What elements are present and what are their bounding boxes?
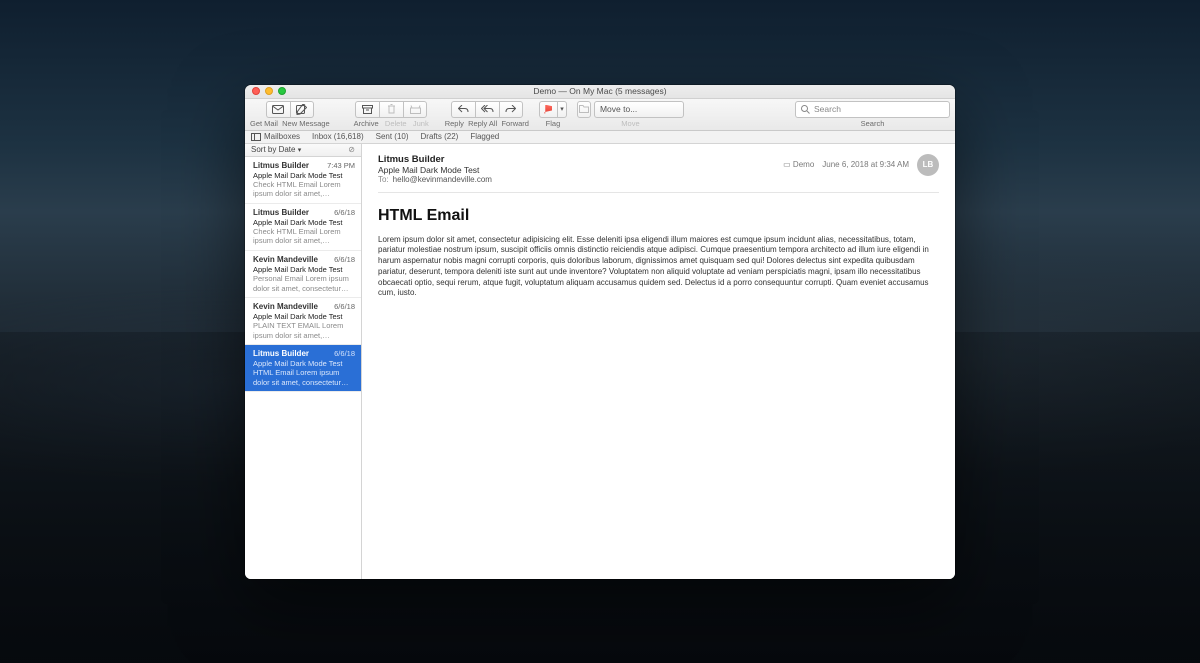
reply-icon: [458, 105, 469, 113]
body-heading: HTML Email: [378, 207, 939, 225]
toolbar-label: New Message: [282, 119, 330, 128]
header-to-value: hello@kevinmandeville.com: [393, 175, 492, 184]
message-subject: Apple Mail Dark Mode Test: [253, 265, 355, 274]
move-folder-button[interactable]: [577, 101, 591, 118]
forward-icon: [505, 105, 516, 113]
header-folder: ▭ Demo: [783, 160, 814, 169]
toolbar-label: Move: [621, 119, 639, 128]
message-date: 6/6/18: [334, 349, 355, 359]
envelope-icon: [272, 105, 284, 114]
content-area: Sort by Date ▾ ⊘ Litmus Builder 7:43 PM A…: [245, 144, 955, 579]
toolbar-label: Junk: [413, 119, 429, 128]
chevron-down-icon: ▾: [560, 105, 564, 113]
message-subject: Apple Mail Dark Mode Test: [253, 218, 355, 227]
toolbar-label: Get Mail: [250, 119, 278, 128]
message-subject: Apple Mail Dark Mode Test: [253, 171, 355, 180]
message-row-selected[interactable]: Litmus Builder 6/6/18 Apple Mail Dark Mod…: [245, 345, 361, 392]
message-sender: Kevin Mandeville: [253, 255, 318, 265]
message-reader: Litmus Builder Apple Mail Dark Mode Test…: [362, 144, 955, 579]
flag-button[interactable]: [539, 101, 557, 118]
sort-bar[interactable]: Sort by Date ▾ ⊘: [245, 144, 361, 157]
toolbar: Get Mail New Message Archive Delete Junk: [245, 99, 955, 131]
message-row[interactable]: Kevin Mandeville 6/6/18 Apple Mail Dark M…: [245, 251, 361, 298]
search-field[interactable]: Search: [795, 101, 950, 118]
toolbar-label: Search: [861, 119, 885, 128]
trash-icon: [387, 104, 396, 114]
message-date: 6/6/18: [334, 208, 355, 218]
delete-button[interactable]: [379, 101, 403, 118]
toolbar-label: Reply All: [468, 119, 497, 128]
search-icon: [801, 105, 810, 114]
folder-icon: ▭: [783, 160, 791, 169]
message-preview: Check HTML Email Lorem ipsum dolor sit a…: [253, 180, 355, 199]
message-preview: HTML Email Lorem ipsum dolor sit amet, c…: [253, 368, 355, 387]
message-row[interactable]: Kevin Mandeville 6/6/18 Apple Mail Dark M…: [245, 298, 361, 345]
mail-window: Demo — On My Mac (5 messages) Get Mail N…: [245, 85, 955, 579]
mailboxes-button[interactable]: Mailboxes: [251, 132, 300, 141]
sort-label: Sort by Date: [251, 145, 295, 154]
message-date: 7:43 PM: [327, 161, 355, 171]
flag-menu-button[interactable]: ▾: [557, 101, 567, 118]
message-date: 6/6/18: [334, 302, 355, 312]
message-subject: Apple Mail Dark Mode Test: [253, 359, 355, 368]
message-subject: Apple Mail Dark Mode Test: [253, 312, 355, 321]
move-to-field[interactable]: Move to...: [594, 101, 684, 118]
toolbar-label: Delete: [385, 119, 407, 128]
message-sender: Litmus Builder: [253, 208, 309, 218]
flagged-tab[interactable]: Flagged: [470, 132, 499, 141]
sidebar-icon: [251, 133, 261, 141]
titlebar: Demo — On My Mac (5 messages): [245, 85, 955, 99]
toolbar-label: Forward: [501, 119, 529, 128]
message-date: 6/6/18: [334, 255, 355, 265]
archive-button[interactable]: [355, 101, 379, 118]
message-sender: Litmus Builder: [253, 349, 309, 359]
favorites-label: Mailboxes: [264, 132, 300, 141]
message-row[interactable]: Litmus Builder 6/6/18 Apple Mail Dark Mod…: [245, 204, 361, 251]
toolbar-label: Reply: [445, 119, 464, 128]
message-preview: PLAIN TEXT EMAIL Lorem ipsum dolor sit a…: [253, 321, 355, 340]
message-sender: Litmus Builder: [253, 161, 309, 171]
window-title: Demo — On My Mac (5 messages): [245, 85, 955, 99]
toolbar-label: Flag: [546, 119, 561, 128]
header-to-line: To: hello@kevinmandeville.com: [378, 175, 939, 184]
flag-icon: [544, 105, 552, 114]
toolbar-label: Archive: [354, 119, 379, 128]
message-list: Sort by Date ▾ ⊘ Litmus Builder 7:43 PM A…: [245, 144, 362, 579]
avatar: LB: [917, 154, 939, 176]
junk-icon: [410, 105, 421, 114]
forward-button[interactable]: [499, 101, 523, 118]
reply-button[interactable]: [451, 101, 475, 118]
filter-icon[interactable]: ⊘: [348, 145, 355, 154]
favorites-bar: Mailboxes Inbox (16,618) Sent (10) Draft…: [245, 131, 955, 144]
search-placeholder: Search: [814, 104, 841, 114]
message-preview: Personal Email Lorem ipsum dolor sit ame…: [253, 274, 355, 293]
new-message-button[interactable]: [290, 101, 314, 118]
get-mail-button[interactable]: [266, 101, 290, 118]
message-header: Litmus Builder Apple Mail Dark Mode Test…: [378, 154, 939, 193]
drafts-tab[interactable]: Drafts (22): [421, 132, 459, 141]
junk-button[interactable]: [403, 101, 427, 118]
archive-icon: [362, 105, 373, 114]
message-preview: Check HTML Email Lorem ipsum dolor sit a…: [253, 227, 355, 246]
header-to-label: To:: [378, 175, 389, 184]
compose-icon: [296, 104, 307, 115]
body-text: Lorem ipsum dolor sit amet, consectetur …: [378, 235, 939, 300]
reply-all-icon: [481, 105, 494, 113]
sent-tab[interactable]: Sent (10): [376, 132, 409, 141]
reply-all-button[interactable]: [475, 101, 499, 118]
message-sender: Kevin Mandeville: [253, 302, 318, 312]
chevron-down-icon: ▾: [298, 147, 302, 154]
inbox-tab[interactable]: Inbox (16,618): [312, 132, 364, 141]
folder-icon: [579, 105, 589, 113]
header-timestamp: June 6, 2018 at 9:34 AM: [822, 160, 909, 169]
message-row[interactable]: Litmus Builder 7:43 PM Apple Mail Dark Mo…: [245, 157, 361, 204]
